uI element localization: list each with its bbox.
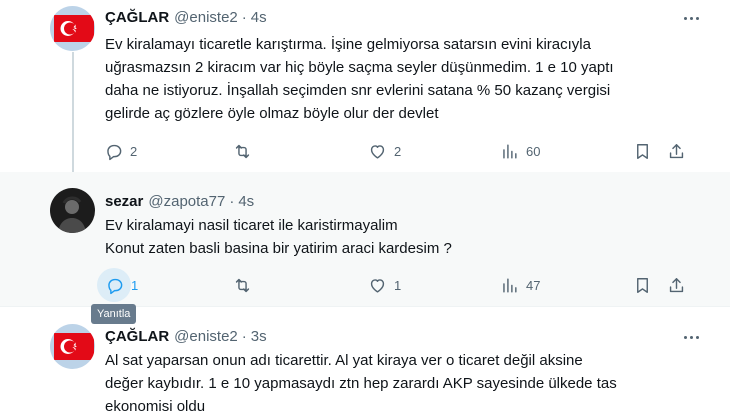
tweet-text-line: Konut zaten basli basina bir yatirim ara… (105, 240, 452, 257)
separator-dot: · (241, 8, 247, 26)
reply-button[interactable]: 1 (97, 268, 139, 302)
retweet-button[interactable] (233, 270, 252, 300)
reply-icon-hover[interactable] (97, 268, 131, 302)
display-name[interactable]: sezar (105, 193, 143, 210)
tweet-text-line: daha ne istiyoruz. İnşallah seçimden snr… (105, 82, 611, 99)
bookmark-button[interactable] (633, 136, 652, 166)
separator-dot: · (241, 327, 247, 345)
retweet-icon (235, 144, 250, 158)
like-count: 1 (394, 277, 402, 293)
tweet-text-line: Ev kiralamayı ticaretle karıştırma. İşin… (105, 36, 591, 53)
like-button[interactable]: 2 (368, 136, 401, 166)
reply-count: 2 (130, 143, 138, 159)
bookmark-icon (637, 143, 648, 159)
display-name[interactable]: ÇAĞLAR (105, 328, 169, 345)
tweet-text-line: Ev kiralamayi nasil ticaret ile karistir… (105, 217, 398, 234)
tweet-actions: 2 2 60 (98, 136, 698, 166)
tweet-text-line: değer kaybıdır. 1 e 10 yapmasaydı ztn he… (105, 375, 617, 392)
heart-icon (370, 278, 385, 293)
share-button[interactable] (667, 136, 686, 166)
views-button[interactable]: 60 (500, 136, 540, 166)
views-button[interactable]: 47 (500, 270, 540, 300)
more-icon[interactable] (676, 327, 706, 347)
bookmark-icon (637, 277, 648, 293)
views-icon (503, 143, 517, 159)
separator-dot: · (229, 192, 235, 210)
reply-tooltip: Yanıtla (91, 304, 137, 324)
bookmark-button[interactable] (633, 270, 652, 300)
user-handle[interactable]: @eniste2 (174, 328, 238, 345)
retweet-button[interactable] (233, 136, 252, 166)
reply-icon (107, 144, 122, 160)
tweet-text: Ev kiralamayi nasil ticaret ile karistir… (105, 214, 695, 260)
tweet-text-line: gelirde aç gözlere öyle olmaz böyle olur… (105, 105, 439, 122)
views-count: 60 (526, 143, 541, 159)
views-count: 47 (526, 277, 541, 293)
avatar[interactable] (50, 188, 95, 233)
user-handle[interactable]: @eniste2 (174, 9, 238, 26)
timestamp[interactable]: 4s (238, 193, 254, 210)
tweet-1[interactable]: ÇAĞLAR @eniste2 · 4s Ev kiralamayı ticar… (0, 0, 730, 172)
tweet-header: ÇAĞLAR @eniste2 · 3s (105, 326, 267, 346)
like-button[interactable]: 1 (368, 270, 401, 300)
reply-icon (107, 278, 122, 294)
reply-count: 1 (131, 277, 139, 293)
tweet-actions: 1 1 47 (97, 268, 698, 302)
thread-line (72, 52, 74, 172)
tweet-text-line: ekonomisi oldu (105, 398, 206, 415)
tweet-text-line: uğrasmazsın 2 kiracım var hiç böyle saçm… (105, 59, 614, 76)
timestamp[interactable]: 3s (251, 328, 267, 345)
avatar[interactable] (50, 6, 95, 51)
turkish-flag-icon (50, 6, 95, 51)
heart-icon (370, 144, 385, 159)
timestamp[interactable]: 4s (251, 9, 267, 26)
more-icon[interactable] (676, 8, 706, 28)
views-icon (503, 277, 517, 293)
reply-button[interactable]: 2 (104, 136, 137, 166)
tweet-text: Ev kiralamayı ticaretle karıştırma. İşin… (105, 33, 695, 125)
tweet-2[interactable]: sezar @zapota77 · 4s Ev kiralamayi nasil… (0, 172, 730, 306)
tweet-header: ÇAĞLAR @eniste2 · 4s (105, 7, 267, 27)
share-icon (669, 277, 684, 292)
share-button[interactable] (667, 270, 686, 300)
tweet-text: Al sat yaparsan onun adı ticarettir. Al … (105, 349, 695, 418)
tweet-text-line: Al sat yaparsan onun adı ticarettir. Al … (105, 352, 583, 369)
retweet-icon (235, 278, 250, 292)
user-handle[interactable]: @zapota77 (148, 193, 225, 210)
display-name[interactable]: ÇAĞLAR (105, 9, 169, 26)
avatar[interactable] (50, 324, 95, 369)
turkish-flag-icon (50, 324, 95, 369)
profile-photo-icon (50, 188, 95, 233)
share-icon (669, 143, 684, 158)
like-count: 2 (394, 143, 402, 159)
tweet-header: sezar @zapota77 · 4s (105, 191, 254, 211)
